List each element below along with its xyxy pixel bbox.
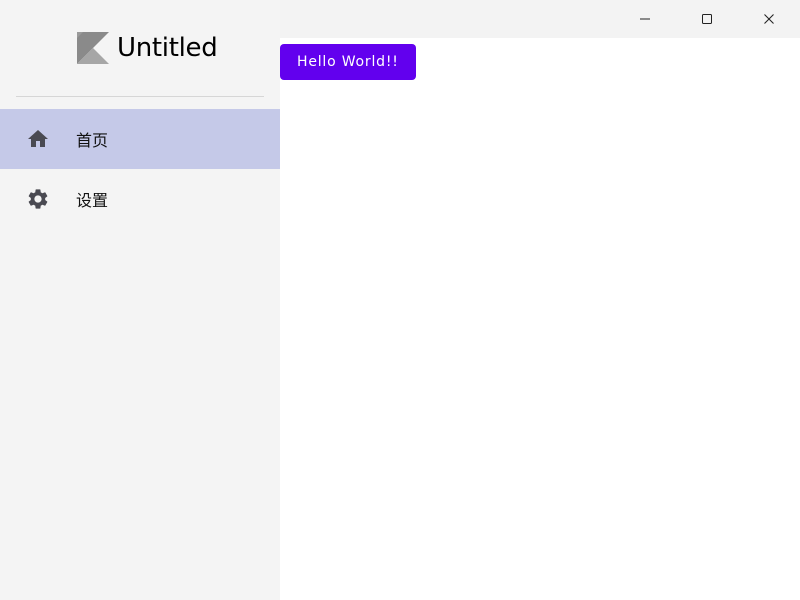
app-brand: Untitled [77, 30, 218, 66]
maximize-button[interactable] [676, 0, 738, 38]
hello-world-button[interactable]: Hello World!! [280, 44, 416, 80]
sidebar-item-home[interactable]: 首页 [0, 109, 280, 169]
gear-icon [26, 187, 50, 211]
app-window: Untitled 首页 设置 Hello World!! [0, 0, 800, 600]
sidebar-divider [16, 96, 264, 97]
close-icon [764, 14, 774, 24]
minimize-icon [640, 18, 650, 20]
sidebar-item-label: 首页 [76, 131, 109, 150]
close-button[interactable] [738, 0, 800, 38]
kotlin-logo-icon [77, 32, 109, 64]
sidebar-item-label: 设置 [76, 191, 109, 210]
home-icon [26, 127, 50, 151]
minimize-button[interactable] [614, 0, 676, 38]
window-controls [614, 0, 800, 38]
app-title: Untitled [117, 33, 218, 63]
navigation-sidebar: Untitled 首页 设置 [0, 0, 280, 600]
main-content: Hello World!! [280, 38, 800, 600]
maximize-icon [702, 14, 712, 24]
sidebar-item-settings[interactable]: 设置 [0, 169, 280, 229]
